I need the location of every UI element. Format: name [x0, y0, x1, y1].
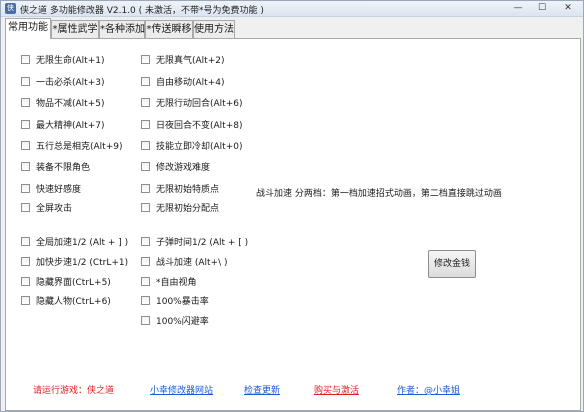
checkbox-label: 无限生命(Alt+1) [36, 56, 105, 66]
checkbox[interactable] [141, 296, 150, 305]
checkbox-label: 子弹时间1/2 (Alt + [ ) [156, 238, 249, 248]
checkbox-free-camera[interactable]: *自由视角 [141, 275, 197, 288]
window-title: 侠之道 多功能修改器 V2.1.0 ( 未激活，不带*号为免费功能 ) [20, 6, 264, 16]
checkbox[interactable] [141, 277, 150, 286]
checkbox-game-difficulty[interactable]: 修改游戏难度 [141, 160, 211, 173]
modify-money-button[interactable]: 修改金钱 [428, 250, 476, 278]
checkbox-label: 装备不限角色 [36, 163, 91, 173]
checkbox[interactable] [141, 257, 150, 266]
checkbox-max-spirit[interactable]: 最大精神(Alt+7) [21, 118, 105, 131]
checkbox-label: 全屏攻击 [36, 204, 73, 214]
checkbox-battle-speed[interactable]: 战斗加速 (Alt+\ ) [141, 255, 228, 268]
tab-panel [5, 38, 581, 411]
checkbox-instant-cooldown[interactable]: 技能立即冷却(Alt+0) [141, 139, 243, 152]
checkbox-label: 全局加速1/2 (Alt + ] ) [36, 238, 129, 248]
checkbox-infinite-health[interactable]: 无限生命(Alt+1) [21, 53, 105, 66]
checkbox[interactable] [141, 162, 150, 171]
close-button[interactable]: ✕ [557, 2, 579, 15]
checkbox-label: 无限初始特质点 [156, 185, 220, 195]
checkbox[interactable] [21, 184, 30, 193]
checkbox[interactable] [21, 77, 30, 86]
checkbox[interactable] [141, 316, 150, 325]
checkbox-hide-ui[interactable]: 隐藏界面(CtrL+5) [21, 275, 111, 288]
checkbox-label: 隐藏人物(CtrL+6) [36, 297, 111, 307]
checkbox-label: 100%闪避率 [156, 317, 209, 327]
maximize-button[interactable]: ☐ [531, 2, 553, 15]
checkbox[interactable] [141, 184, 150, 193]
checkbox[interactable] [21, 120, 30, 129]
app-icon: 侠 [5, 3, 16, 14]
tab-common[interactable]: 常用功能 [5, 18, 51, 39]
checkbox-five-elements[interactable]: 五行总是相克(Alt+9) [21, 139, 123, 152]
checkbox-label: 修改游戏难度 [156, 163, 211, 173]
checkbox-trait-points[interactable]: 无限初始特质点 [141, 182, 220, 195]
run-game-hint: 请运行游戏：侠之道 [33, 386, 115, 396]
checkbox-label: 最大精神(Alt+7) [36, 121, 105, 131]
buy-activate-link[interactable]: 购买与激活 [314, 383, 359, 396]
battle-speed-note: 战斗加速 分两档：第一档加速招式动画，第二档直接跳过动画 [256, 189, 502, 199]
check-update-link[interactable]: 检查更新 [244, 383, 280, 396]
checkbox-label: 无限真气(Alt+2) [156, 56, 225, 66]
checkbox-global-speed[interactable]: 全局加速1/2 (Alt + ] ) [21, 235, 129, 248]
checkbox-label: 物品不减(Alt+5) [36, 99, 105, 109]
checkbox-label: 加快步速1/2 (CtrL+1) [36, 258, 129, 268]
checkbox-label: 五行总是相克(Alt+9) [36, 142, 123, 152]
checkbox-walk-speed[interactable]: 加快步速1/2 (CtrL+1) [21, 255, 129, 268]
checkbox-label: 战斗加速 (Alt+\ ) [156, 258, 228, 268]
tab-usage[interactable]: 使用方法 [193, 20, 235, 39]
checkbox-label: 无限初始分配点 [156, 204, 220, 214]
tab-teleport[interactable]: *传送瞬移 [145, 20, 193, 39]
checkbox-day-night-fixed[interactable]: 日夜回合不变(Alt+8) [141, 118, 243, 131]
checkbox[interactable] [141, 120, 150, 129]
checkbox-bullet-time[interactable]: 子弹时间1/2 (Alt + [ ) [141, 235, 249, 248]
checkbox-allocation-points[interactable]: 无限初始分配点 [141, 201, 220, 214]
title-bar: 侠 侠之道 多功能修改器 V2.1.0 ( 未激活，不带*号为免费功能 ) — … [1, 1, 583, 17]
checkbox-equip-any-role[interactable]: 装备不限角色 [21, 160, 91, 173]
checkbox-crit-rate[interactable]: 100%暴击率 [141, 294, 209, 307]
checkbox[interactable] [21, 257, 30, 266]
checkbox-free-move[interactable]: 自由移动(Alt+4) [141, 75, 225, 88]
checkbox-infinite-qi[interactable]: 无限真气(Alt+2) [141, 53, 225, 66]
checkbox[interactable] [21, 162, 30, 171]
tab-attributes[interactable]: *属性武学 [51, 20, 99, 39]
checkbox[interactable] [21, 277, 30, 286]
checkbox[interactable] [21, 237, 30, 246]
checkbox-label: 日夜回合不变(Alt+8) [156, 121, 243, 131]
author-link[interactable]: 作者：@小幸姐 [397, 383, 460, 396]
checkbox[interactable] [141, 237, 150, 246]
checkbox-label: 自由移动(Alt+4) [156, 78, 225, 88]
minimize-button[interactable]: — [507, 2, 529, 15]
checkbox-label: 隐藏界面(CtrL+5) [36, 278, 111, 288]
checkbox-label: *自由视角 [156, 278, 197, 288]
checkbox-label: 一击必杀(Alt+3) [36, 78, 105, 88]
checkbox[interactable] [141, 203, 150, 212]
checkbox[interactable] [21, 55, 30, 64]
checkbox-dodge-rate[interactable]: 100%闪避率 [141, 314, 209, 327]
checkbox-fast-affection[interactable]: 快速好感度 [21, 182, 82, 195]
checkbox[interactable] [21, 98, 30, 107]
checkbox[interactable] [21, 296, 30, 305]
checkbox-label: 100%暴击率 [156, 297, 209, 307]
checkbox[interactable] [141, 77, 150, 86]
checkbox-one-hit-kill[interactable]: 一击必杀(Alt+3) [21, 75, 105, 88]
checkbox[interactable] [21, 203, 30, 212]
tab-add-items[interactable]: *各种添加 [99, 20, 145, 39]
checkbox[interactable] [141, 141, 150, 150]
website-link[interactable]: 小幸修改器网站 [150, 383, 213, 396]
checkbox-infinite-turns[interactable]: 无限行动回合(Alt+6) [141, 96, 243, 109]
checkbox[interactable] [21, 141, 30, 150]
checkbox[interactable] [141, 55, 150, 64]
checkbox-full-screen-attack[interactable]: 全屏攻击 [21, 201, 73, 214]
checkbox-items-no-decrease[interactable]: 物品不减(Alt+5) [21, 96, 105, 109]
checkbox-label: 无限行动回合(Alt+6) [156, 99, 243, 109]
app-window: 侠 侠之道 多功能修改器 V2.1.0 ( 未激活，不带*号为免费功能 ) — … [0, 0, 584, 412]
checkbox-hide-character[interactable]: 隐藏人物(CtrL+6) [21, 294, 111, 307]
checkbox-label: 快速好感度 [36, 185, 82, 195]
checkbox-label: 技能立即冷却(Alt+0) [156, 142, 243, 152]
checkbox[interactable] [141, 98, 150, 107]
